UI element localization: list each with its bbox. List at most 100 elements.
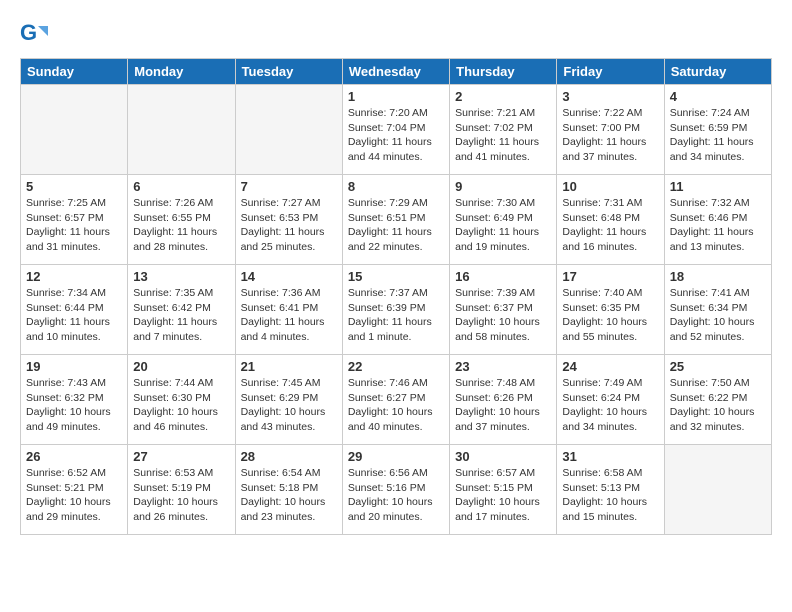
calendar-cell: 27 Sunrise: 6:53 AM Sunset: 5:19 PM Dayli… (128, 445, 235, 535)
cell-info: Sunrise: 7:27 AM Sunset: 6:53 PM Dayligh… (241, 196, 337, 255)
calendar-cell: 28Sunrise: 6:54 AM Sunset: 5:18 PM Dayli… (235, 445, 342, 535)
calendar-cell: 19 Sunrise: 7:43 AM Sunset: 6:32 PM Dayli… (21, 355, 128, 445)
cell-info: Sunrise: 7:26 AM Sunset: 6:55 PM Dayligh… (133, 196, 229, 255)
cell-info: Sunrise: 7:24 AM Sunset: 6:59 PM Dayligh… (670, 106, 766, 165)
calendar-week-5: 26Sunrise: 6:52 AM Sunset: 5:21 PM Dayli… (21, 445, 772, 535)
day-number: 2 (455, 89, 551, 104)
day-number: 14 (241, 269, 337, 284)
calendar-cell: 5 Sunrise: 7:25 AM Sunset: 6:57 PM Daylig… (21, 175, 128, 265)
calendar-cell: 22 Sunrise: 7:46 AM Sunset: 6:27 PM Dayli… (342, 355, 449, 445)
day-header-monday: Monday (128, 59, 235, 85)
cell-info: Sunrise: 7:39 AM Sunset: 6:37 PM Dayligh… (455, 286, 551, 345)
cell-info: Sunrise: 6:58 AM Sunset: 5:13 PM Dayligh… (562, 466, 658, 525)
day-number: 26 (26, 449, 122, 464)
cell-info: Sunrise: 7:43 AM Sunset: 6:32 PM Dayligh… (26, 376, 122, 435)
cell-info: Sunrise: 7:41 AM Sunset: 6:34 PM Dayligh… (670, 286, 766, 345)
cell-info: Sunrise: 7:30 AM Sunset: 6:49 PM Dayligh… (455, 196, 551, 255)
calendar-week-3: 12Sunrise: 7:34 AM Sunset: 6:44 PM Dayli… (21, 265, 772, 355)
calendar-cell: 30 Sunrise: 6:57 AM Sunset: 5:15 PM Dayli… (450, 445, 557, 535)
calendar-cell: 4 Sunrise: 7:24 AM Sunset: 6:59 PM Daylig… (664, 85, 771, 175)
calendar-table: SundayMondayTuesdayWednesdayThursdayFrid… (20, 58, 772, 535)
cell-info: Sunrise: 7:50 AM Sunset: 6:22 PM Dayligh… (670, 376, 766, 435)
cell-info: Sunrise: 7:44 AM Sunset: 6:30 PM Dayligh… (133, 376, 229, 435)
day-header-sunday: Sunday (21, 59, 128, 85)
calendar-cell: 23 Sunrise: 7:48 AM Sunset: 6:26 PM Dayli… (450, 355, 557, 445)
day-header-saturday: Saturday (664, 59, 771, 85)
calendar-cell: 25 Sunrise: 7:50 AM Sunset: 6:22 PM Dayli… (664, 355, 771, 445)
day-number: 30 (455, 449, 551, 464)
day-number: 9 (455, 179, 551, 194)
day-number: 25 (670, 359, 766, 374)
calendar-cell (235, 85, 342, 175)
cell-info: Sunrise: 6:54 AM Sunset: 5:18 PM Dayligh… (241, 466, 337, 525)
day-header-thursday: Thursday (450, 59, 557, 85)
day-header-friday: Friday (557, 59, 664, 85)
calendar-cell: 18 Sunrise: 7:41 AM Sunset: 6:34 PM Dayli… (664, 265, 771, 355)
cell-info: Sunrise: 7:25 AM Sunset: 6:57 PM Dayligh… (26, 196, 122, 255)
logo: G (20, 20, 52, 48)
calendar-cell: 13Sunrise: 7:35 AM Sunset: 6:42 PM Dayli… (128, 265, 235, 355)
calendar-cell (128, 85, 235, 175)
day-number: 6 (133, 179, 229, 194)
calendar-cell: 11 Sunrise: 7:32 AM Sunset: 6:46 PM Dayli… (664, 175, 771, 265)
calendar-cell: 3Sunrise: 7:22 AM Sunset: 7:00 PM Daylig… (557, 85, 664, 175)
calendar-cell: 9 Sunrise: 7:30 AM Sunset: 6:49 PM Daylig… (450, 175, 557, 265)
day-number: 5 (26, 179, 122, 194)
day-number: 22 (348, 359, 444, 374)
svg-text:G: G (20, 20, 37, 45)
calendar-cell (21, 85, 128, 175)
day-number: 4 (670, 89, 766, 104)
calendar-cell: 12Sunrise: 7:34 AM Sunset: 6:44 PM Dayli… (21, 265, 128, 355)
day-number: 1 (348, 89, 444, 104)
cell-info: Sunrise: 7:48 AM Sunset: 6:26 PM Dayligh… (455, 376, 551, 435)
calendar-cell: 16 Sunrise: 7:39 AM Sunset: 6:37 PM Dayli… (450, 265, 557, 355)
cell-info: Sunrise: 7:29 AM Sunset: 6:51 PM Dayligh… (348, 196, 444, 255)
logo-icon: G (20, 20, 48, 48)
day-number: 23 (455, 359, 551, 374)
day-number: 16 (455, 269, 551, 284)
day-number: 31 (562, 449, 658, 464)
day-number: 24 (562, 359, 658, 374)
cell-info: Sunrise: 7:31 AM Sunset: 6:48 PM Dayligh… (562, 196, 658, 255)
calendar-cell: 7Sunrise: 7:27 AM Sunset: 6:53 PM Daylig… (235, 175, 342, 265)
calendar-cell: 10Sunrise: 7:31 AM Sunset: 6:48 PM Dayli… (557, 175, 664, 265)
day-number: 11 (670, 179, 766, 194)
calendar-header-row: SundayMondayTuesdayWednesdayThursdayFrid… (21, 59, 772, 85)
cell-info: Sunrise: 7:40 AM Sunset: 6:35 PM Dayligh… (562, 286, 658, 345)
calendar-cell: 31 Sunrise: 6:58 AM Sunset: 5:13 PM Dayli… (557, 445, 664, 535)
calendar-cell: 20Sunrise: 7:44 AM Sunset: 6:30 PM Dayli… (128, 355, 235, 445)
cell-info: Sunrise: 7:32 AM Sunset: 6:46 PM Dayligh… (670, 196, 766, 255)
calendar-cell: 15 Sunrise: 7:37 AM Sunset: 6:39 PM Dayli… (342, 265, 449, 355)
cell-info: Sunrise: 7:34 AM Sunset: 6:44 PM Dayligh… (26, 286, 122, 345)
calendar-cell: 6 Sunrise: 7:26 AM Sunset: 6:55 PM Daylig… (128, 175, 235, 265)
calendar-cell: 24 Sunrise: 7:49 AM Sunset: 6:24 PM Dayli… (557, 355, 664, 445)
cell-info: Sunrise: 7:46 AM Sunset: 6:27 PM Dayligh… (348, 376, 444, 435)
day-number: 29 (348, 449, 444, 464)
calendar-cell: 17 Sunrise: 7:40 AM Sunset: 6:35 PM Dayli… (557, 265, 664, 355)
day-number: 15 (348, 269, 444, 284)
cell-info: Sunrise: 7:37 AM Sunset: 6:39 PM Dayligh… (348, 286, 444, 345)
day-header-wednesday: Wednesday (342, 59, 449, 85)
calendar-cell: 26Sunrise: 6:52 AM Sunset: 5:21 PM Dayli… (21, 445, 128, 535)
day-number: 18 (670, 269, 766, 284)
day-number: 17 (562, 269, 658, 284)
calendar-cell: 1Sunrise: 7:20 AM Sunset: 7:04 PM Daylig… (342, 85, 449, 175)
calendar-cell: 29 Sunrise: 6:56 AM Sunset: 5:16 PM Dayli… (342, 445, 449, 535)
calendar-week-4: 19 Sunrise: 7:43 AM Sunset: 6:32 PM Dayli… (21, 355, 772, 445)
day-number: 27 (133, 449, 229, 464)
calendar-cell: 2Sunrise: 7:21 AM Sunset: 7:02 PM Daylig… (450, 85, 557, 175)
calendar-week-1: 1Sunrise: 7:20 AM Sunset: 7:04 PM Daylig… (21, 85, 772, 175)
calendar-cell: 8Sunrise: 7:29 AM Sunset: 6:51 PM Daylig… (342, 175, 449, 265)
page-header: G (20, 20, 772, 48)
cell-info: Sunrise: 7:49 AM Sunset: 6:24 PM Dayligh… (562, 376, 658, 435)
cell-info: Sunrise: 6:56 AM Sunset: 5:16 PM Dayligh… (348, 466, 444, 525)
calendar-cell (664, 445, 771, 535)
cell-info: Sunrise: 6:57 AM Sunset: 5:15 PM Dayligh… (455, 466, 551, 525)
cell-info: Sunrise: 7:45 AM Sunset: 6:29 PM Dayligh… (241, 376, 337, 435)
cell-info: Sunrise: 7:36 AM Sunset: 6:41 PM Dayligh… (241, 286, 337, 345)
day-number: 19 (26, 359, 122, 374)
day-number: 21 (241, 359, 337, 374)
cell-info: Sunrise: 6:53 AM Sunset: 5:19 PM Dayligh… (133, 466, 229, 525)
cell-info: Sunrise: 7:22 AM Sunset: 7:00 PM Dayligh… (562, 106, 658, 165)
cell-info: Sunrise: 7:35 AM Sunset: 6:42 PM Dayligh… (133, 286, 229, 345)
